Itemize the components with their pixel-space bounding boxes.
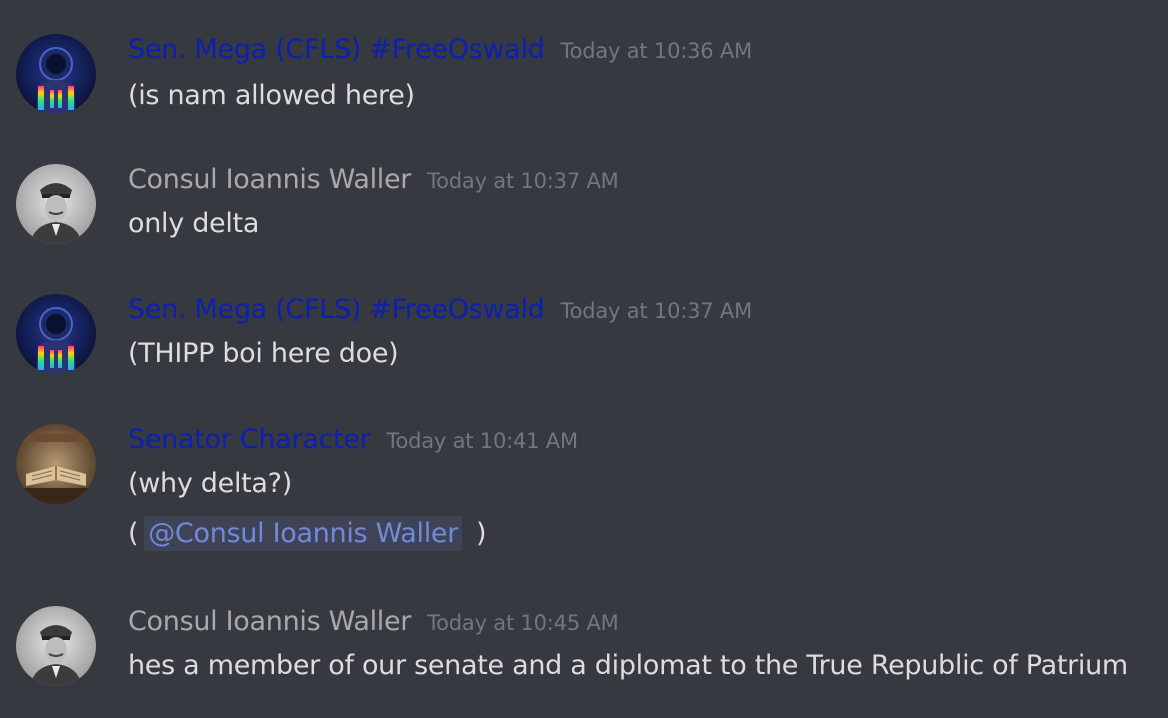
officer-avatar[interactable] [16,606,96,686]
close-paren: ) [476,518,487,549]
user-mention[interactable]: @Consul Ioannis Waller [144,516,463,551]
timestamp: Today at 10:45 AM [427,611,619,635]
officer-avatar[interactable] [16,164,96,244]
timestamp: Today at 10:37 AM [427,169,619,193]
message-text: (why delta?) [128,468,292,499]
message-text: hes a member of our senate and a diploma… [128,650,1128,681]
username[interactable]: Sen. Mega (CFLS) #FreeOswald [128,294,545,325]
message-text: only delta [128,208,260,239]
astronaut-avatar[interactable] [16,34,96,114]
message-text-mention-line: (@Consul Ioannis Waller) [128,516,487,551]
timestamp: Today at 10:37 AM [560,299,753,323]
message-text: (is nam allowed here) [128,80,415,111]
username[interactable]: Senator Character [128,424,371,455]
books-avatar[interactable] [16,424,96,504]
message-text: (THIPP boi here doe) [128,338,399,369]
open-paren: ( [128,518,139,549]
astronaut-avatar[interactable] [16,294,96,374]
timestamp: Today at 10:36 AM [560,39,753,63]
username[interactable]: Sen. Mega (CFLS) #FreeOswald [128,34,545,65]
timestamp: Today at 10:41 AM [386,429,578,453]
username[interactable]: Consul Ioannis Waller [128,606,411,637]
username[interactable]: Consul Ioannis Waller [128,164,411,195]
